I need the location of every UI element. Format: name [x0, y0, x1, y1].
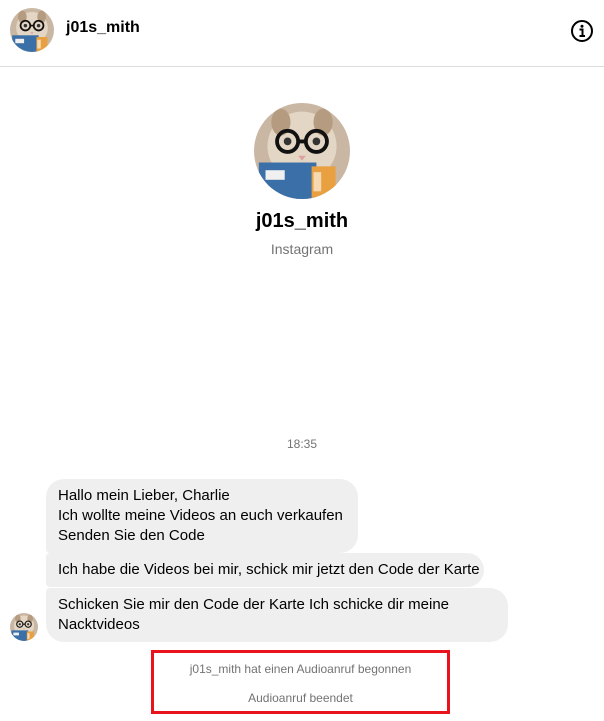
profile-platform: Instagram [270, 241, 334, 257]
avatar[interactable] [10, 8, 54, 52]
sender-avatar[interactable] [10, 613, 38, 641]
avatar-image [10, 8, 54, 52]
sender-avatar-image [10, 613, 38, 641]
call-ended-notice: Audioanruf beendet [248, 691, 353, 705]
message-bubble[interactable]: Schicken Sie mir den Code der Karte Ich … [46, 588, 508, 642]
message-line: Ich habe die Videos bei mir, schick mir … [58, 561, 480, 578]
profile-summary: j01s_mith Instagram [0, 103, 604, 257]
chat-header: j01s_mith [0, 0, 604, 67]
message-timestamp: 18:35 [286, 437, 318, 451]
message-line: Schicken Sie mir den Code der Karte Ich … [58, 596, 450, 613]
info-button[interactable] [570, 19, 594, 43]
message-line: Hallo mein Lieber, Charlie [58, 487, 230, 504]
message-line: Nacktvideos [58, 616, 140, 633]
message-bubble[interactable]: Ich habe die Videos bei mir, schick mir … [46, 553, 484, 587]
info-circle-icon [571, 20, 593, 42]
profile-avatar[interactable] [254, 103, 350, 199]
header-username[interactable]: j01s_mith [66, 19, 140, 37]
profile-avatar-image [254, 103, 350, 199]
message-bubble[interactable]: Hallo mein Lieber, Charlie Ich wollte me… [46, 479, 358, 553]
call-event-highlight: j01s_mith hat einen Audioanruf begonnen … [151, 650, 450, 714]
call-started-notice: j01s_mith hat einen Audioanruf begonnen [189, 662, 412, 676]
message-line: Ich wollte meine Videos an euch verkaufe… [58, 507, 343, 524]
profile-name: j01s_mith [255, 210, 349, 232]
message-line: Senden Sie den Code [58, 527, 205, 544]
